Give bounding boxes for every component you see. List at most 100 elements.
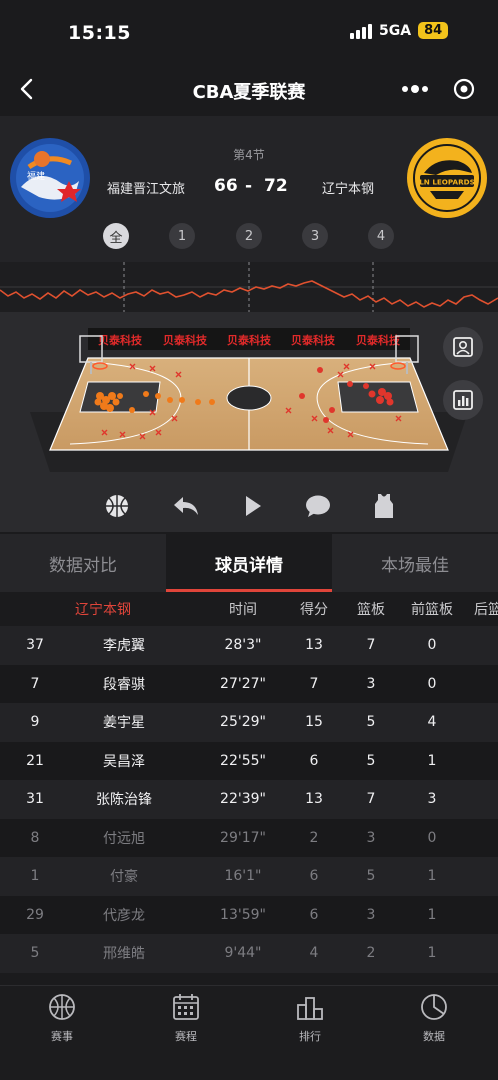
tabbar-item-ranking[interactable]: 排行 [248,986,372,1080]
signal-icon [350,23,372,39]
col-header-points: 得分 [300,602,328,618]
minutes-played: 29'17" [220,829,266,846]
table-row[interactable]: 31 张陈治锋 22'39" 13 7 3 4 [0,780,498,819]
svg-text:贝泰科技: 贝泰科技 [291,333,336,347]
player-number: 5 [30,945,40,962]
player-number: 21 [26,752,44,769]
player-name: 邢维皓 [103,946,145,963]
col-header-def-reb: 后篮板 [474,602,498,618]
pie-chart-icon [421,994,447,1020]
battery-level: 84 [418,22,449,39]
person-card-icon [453,337,473,357]
defensive-rebounds: 4 [488,742,498,781]
team-header[interactable]: 辽宁本钢 [55,592,151,626]
basketball-icon [49,994,75,1020]
offensive-rebounds: 1 [427,868,437,885]
points: 15 [305,714,323,731]
rebounds: 3 [366,829,376,846]
tab-data-compare[interactable]: 数据对比 [0,534,166,592]
away-team-name: 辽宁本钢 [322,182,375,197]
table-row[interactable]: 21 吴昌泽 22'55" 6 5 1 4 [0,741,498,781]
tabbar-label: 排行 [299,1030,321,1043]
player-number: 37 [26,637,44,654]
player-name: 付远旭 [103,830,145,847]
player-name: 段睿骐 [103,676,145,693]
defensive-rebounds: 3 [488,665,498,704]
table-row[interactable]: 5 邢维皓 9'44" 4 2 1 1 [0,934,498,973]
quarter-filter-1[interactable]: 1 [169,223,195,249]
defensive-rebounds: 1 [488,703,498,742]
player-name: 姜宇星 [103,715,145,732]
quarter-filter-all[interactable]: 全 [103,223,129,249]
defensive-rebounds: 7 [488,626,498,665]
table-row[interactable]: 29 代彦龙 13'59" 6 3 1 2 [0,895,498,935]
offensive-rebounds: 0 [427,675,437,692]
offensive-rebounds: 3 [427,791,437,808]
svg-text:贝泰科技: 贝泰科技 [356,333,401,347]
play-icon[interactable] [242,493,264,519]
minutes-played: 9'44" [224,945,262,962]
player-name: 代彦龙 [103,907,145,924]
table-row[interactable]: 8 付远旭 29'17" 2 3 0 3 [0,818,498,857]
player-name: 付豪 [110,869,138,886]
defensive-rebounds: 2 [488,896,498,935]
tabbar-item-data[interactable]: 数据 [372,986,496,1080]
defensive-rebounds: 4 [488,857,498,896]
offensive-rebounds: 4 [427,714,437,731]
offensive-rebounds: 1 [427,752,437,769]
comment-icon[interactable] [304,493,332,519]
minutes-played: 16'1" [224,868,262,885]
rebounds: 7 [366,637,376,654]
rebounds: 7 [366,791,376,808]
minutes-played: 13'59" [220,906,266,923]
points: 4 [309,945,319,962]
bottom-tab-bar: 赛事 赛程 排行 数据 [0,985,498,1080]
replay-back-icon[interactable] [171,493,201,519]
tabbar-label: 赛事 [51,1030,73,1043]
offensive-rebounds: 1 [427,906,437,923]
player-number: 9 [30,714,40,731]
minutes-played: 27'27" [220,675,266,692]
player-name: 吴昌泽 [103,753,145,770]
player-name: 张陈治锋 [96,792,152,809]
quarter-filter-3[interactable]: 3 [302,223,328,249]
score-separator: - [245,176,253,196]
tabbar-item-events[interactable]: 赛事 [0,986,124,1080]
stats-table-header: 辽宁本钢 时间 得分 篮板 前篮板 后篮板 [0,592,498,626]
player-number: 8 [30,829,40,846]
points: 13 [305,637,323,654]
points: 6 [309,906,319,923]
bar-chart-icon [453,390,473,410]
player-number: 7 [30,675,40,692]
points: 6 [309,868,319,885]
points: 13 [305,791,323,808]
close-miniprogram-icon[interactable] [438,74,486,104]
tab-player-details[interactable]: 球员详情 [166,534,332,592]
rebounds: 5 [366,752,376,769]
home-score: 66 [214,176,238,196]
points: 6 [309,752,319,769]
calendar-icon [173,994,199,1020]
svg-text:LN LEOPARDS: LN LEOPARDS [419,178,475,187]
player-view-button[interactable] [443,327,483,367]
table-row[interactable]: 1 付豪 16'1" 6 5 1 4 [0,857,498,896]
col-header-rebounds: 篮板 [357,602,385,618]
stats-view-button[interactable] [443,380,483,420]
points: 2 [309,829,319,846]
more-icon[interactable] [390,74,438,104]
col-header-time: 时间 [229,602,257,618]
basketball-icon[interactable] [104,493,130,519]
table-row[interactable]: 7 段睿骐 27'27" 7 3 0 3 [0,664,498,704]
quarter-filter-2[interactable]: 2 [236,223,262,249]
table-row[interactable]: 37 李虎翼 28'3" 13 7 0 7 [0,626,498,665]
points: 7 [309,675,319,692]
tabbar-item-schedule[interactable]: 赛程 [124,986,248,1080]
tab-best-players[interactable]: 本场最佳 [332,534,498,592]
minutes-played: 25'29" [220,714,266,731]
svg-text:福建: 福建 [27,170,45,182]
defensive-rebounds: 1 [488,934,498,973]
quarter-filter-4[interactable]: 4 [368,223,394,249]
table-row[interactable]: 9 姜宇星 25'29" 15 5 4 1 [0,703,498,742]
jersey-icon[interactable] [373,492,395,520]
quarter-label: 第4节 [233,148,265,162]
